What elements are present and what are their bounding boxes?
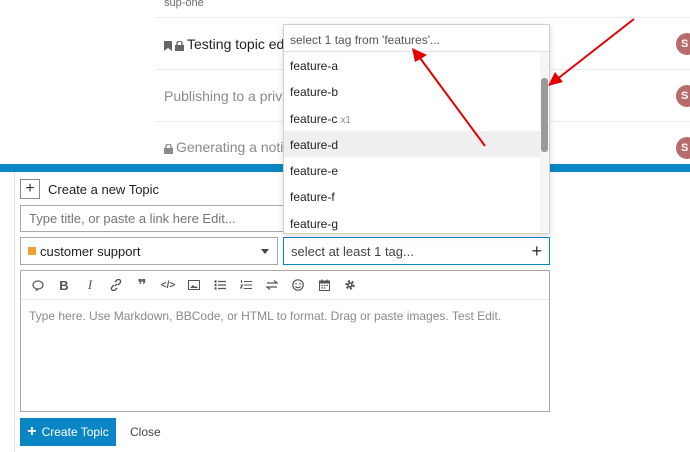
tag-option-label: feature-e [290,164,339,179]
tag-option[interactable]: feature-a [284,52,542,78]
topic-title[interactable]: Publishing to a priva [164,88,290,104]
tag-option[interactable]: feature-b [284,78,542,104]
category-color-badge [28,247,36,255]
calendar-icon[interactable] [311,274,337,296]
numbered-list-icon[interactable] [233,274,259,296]
topic-title[interactable]: Generating a notifi [176,139,290,155]
topic-row[interactable]: Testing topic edi [164,36,287,54]
blockquote-icon[interactable]: ❞ [129,274,155,296]
link-icon[interactable] [103,274,129,296]
tag-option[interactable]: feature-f [284,183,542,209]
tag-option-label: feature-c [290,111,338,126]
category-selected: customer support [40,243,141,259]
tag-selector[interactable]: select at least 1 tag... + [283,237,550,265]
bold-icon[interactable]: B [51,274,77,296]
plus-icon: + [27,423,37,440]
tag-option-label: feature-g [290,216,339,231]
scrollbar-track[interactable] [540,52,549,233]
italic-icon[interactable]: I [77,274,103,296]
avatar[interactable]: S [676,137,690,159]
tag-option-label: feature-d [290,137,339,152]
tag-option-highlighted[interactable]: feature-d [284,130,542,158]
plus-icon[interactable]: + [20,179,40,199]
scrollbar-thumb[interactable] [541,78,548,152]
quote-icon[interactable] [25,274,51,296]
editor-placeholder: Type here. Use Markdown, BBCode, or HTML… [29,309,502,323]
tag-option-count: x1 [340,114,351,126]
gear-icon[interactable] [337,274,363,296]
tag-filter-input[interactable]: select 1 tag from 'features'... [284,25,549,52]
tag-option[interactable]: feature-c x1 [284,105,542,131]
lock-icon [175,38,184,54]
close-button[interactable]: Close [130,425,161,439]
avatar[interactable]: S [676,85,690,107]
tag-option-label: feature-f [290,190,335,205]
tag-list: feature-a feature-b feature-c x1 feature-… [284,52,542,233]
tag-dropdown: select 1 tag from 'features'... feature-… [283,24,550,234]
composer-action[interactable]: + Create a new Topic [20,179,159,199]
bookmark-icon [164,38,172,54]
lock-icon [164,141,173,157]
topic-row[interactable]: Publishing to a priva [164,88,290,104]
editor[interactable]: B I ❞ </> Type here. Use Markdown, BBCod… [20,270,550,412]
tag-option-label: feature-b [290,85,339,100]
emoji-icon[interactable] [285,274,311,296]
image-icon[interactable] [181,274,207,296]
tag-option[interactable]: feature-g [284,210,542,233]
create-topic-button[interactable]: + Create Topic [20,418,116,446]
tag-option[interactable]: feature-e [284,157,542,183]
create-topic-label: Create Topic [41,425,109,439]
tag-selector-placeholder: select at least 1 tag... [291,243,414,259]
avatar[interactable]: S [676,33,690,55]
editor-toolbar: B I ❞ </> [21,271,549,300]
plus-icon[interactable]: + [531,241,542,261]
direction-icon[interactable] [259,274,285,296]
composer-action-label: Create a new Topic [48,181,160,197]
divider [156,17,690,18]
category-selector[interactable]: customer support [20,237,278,265]
tag-option-label: feature-a [290,59,339,73]
category-label: sup-one [164,0,204,9]
topic-title[interactable]: Testing topic edi [187,36,287,52]
topic-row[interactable]: Generating a notifi [164,139,290,157]
code-icon[interactable]: </> [155,274,181,296]
caret-down-icon [261,249,269,254]
bullet-list-icon[interactable] [207,274,233,296]
